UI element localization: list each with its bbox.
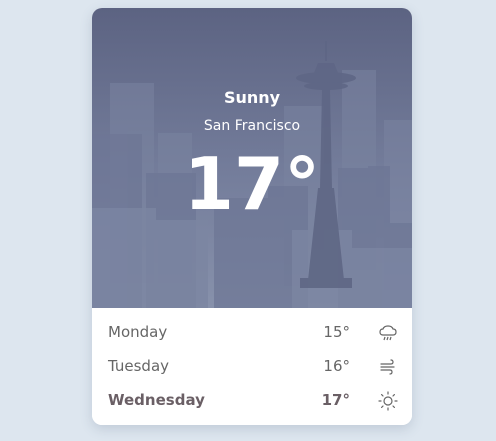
forecast-day: Wednesday — [108, 391, 205, 409]
current-temperature: 17° — [183, 142, 321, 226]
rain-cloud-icon — [379, 325, 397, 341]
forecast-row-tuesday: Tuesday 16° — [92, 350, 412, 384]
forecast-row-wednesday: Wednesday 17° — [92, 384, 412, 418]
weather-condition: Sunny — [223, 88, 281, 107]
weather-hero: Sunny San Francisco 17° — [92, 8, 412, 308]
sun-icon — [378, 391, 398, 411]
city-name: San Francisco — [203, 118, 301, 134]
forecast-temp: 15° — [323, 323, 350, 341]
forecast-list: Monday 15° Tuesday 16° Wednesday 17° — [92, 308, 412, 425]
forecast-row-monday: Monday 15° — [92, 316, 412, 350]
wind-icon — [380, 359, 395, 375]
forecast-day: Tuesday — [108, 357, 170, 375]
weather-card: Sunny San Francisco 17° Monday 15° Tuesd… — [92, 8, 412, 425]
forecast-temp: 17° — [321, 391, 350, 409]
forecast-temp: 16° — [323, 357, 350, 375]
forecast-day: Monday — [108, 323, 168, 341]
